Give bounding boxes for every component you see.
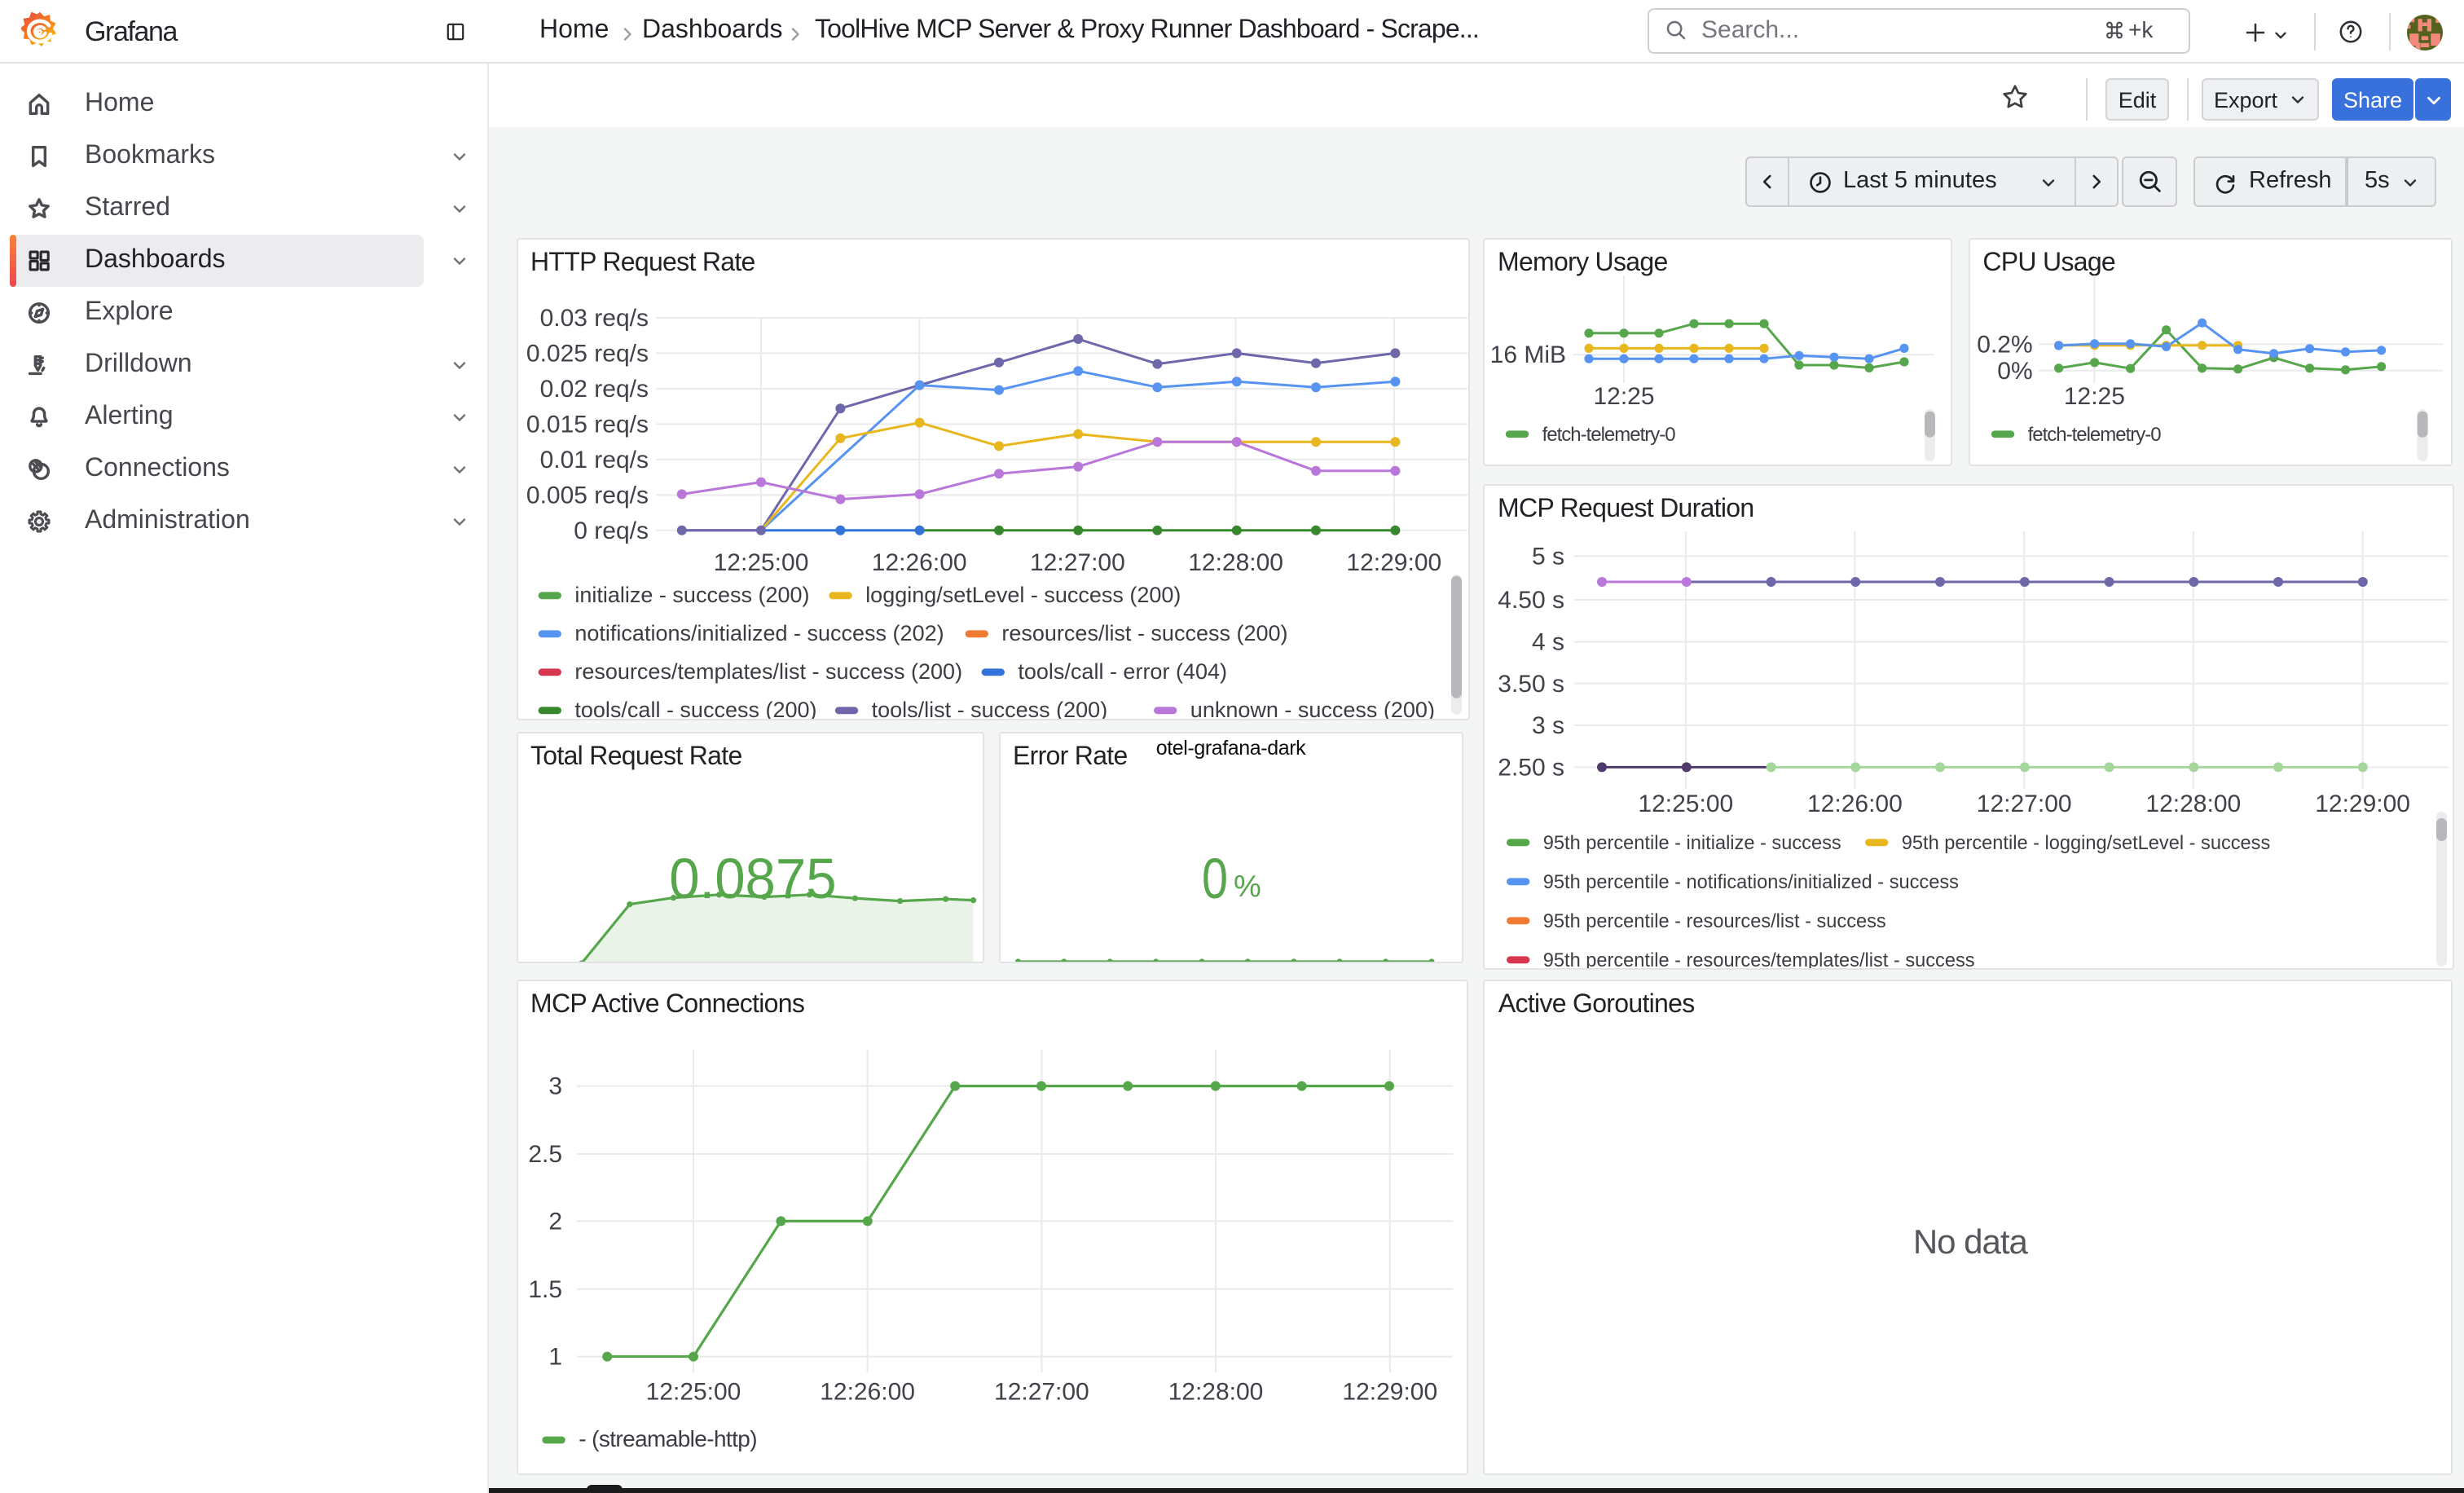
svg-text:tools/list - success (200): tools/list - success (200)	[871, 697, 1107, 720]
svg-text:12:29:00: 12:29:00	[2315, 791, 2410, 817]
svg-text:16 MiB: 16 MiB	[1490, 341, 1566, 368]
svg-text:logging/setLevel - success (20: logging/setLevel - success (200)	[865, 582, 1180, 606]
svg-text:12:28:00: 12:28:00	[2145, 791, 2241, 817]
svg-text:12:25:00: 12:25:00	[645, 1379, 741, 1406]
svg-text:0.025 req/s: 0.025 req/s	[526, 340, 648, 367]
svg-text:12:25: 12:25	[1593, 382, 1654, 409]
svg-text:0.015 req/s: 0.015 req/s	[526, 411, 648, 438]
svg-text:resources/templates/list - suc: resources/templates/list - success (200)	[574, 658, 961, 683]
svg-text:initialize - success (200): initialize - success (200)	[574, 582, 808, 606]
svg-text:4 s: 4 s	[1532, 629, 1564, 656]
svg-text:95th percentile - logging/setL: 95th percentile - logging/setLevel - suc…	[1902, 833, 2270, 854]
svg-text:12:26:00: 12:26:00	[819, 1379, 914, 1406]
svg-text:- (streamable-http): - (streamable-http)	[578, 1427, 756, 1452]
svg-text:12:25:00: 12:25:00	[713, 548, 808, 575]
svg-text:0%: 0%	[1997, 357, 2032, 384]
svg-text:0.2%: 0.2%	[1977, 331, 2032, 358]
svg-text:1: 1	[548, 1344, 561, 1371]
svg-text:0.0875: 0.0875	[668, 847, 835, 910]
svg-text:tools/call - error (404): tools/call - error (404)	[1017, 658, 1226, 683]
svg-text:3 s: 3 s	[1532, 712, 1564, 739]
svg-text:2.50 s: 2.50 s	[1498, 754, 1564, 781]
svg-text:0 req/s: 0 req/s	[573, 517, 648, 544]
svg-text:3.50 s: 3.50 s	[1498, 671, 1564, 698]
svg-text:12:27:00: 12:27:00	[1977, 791, 2072, 817]
svg-text:0.02 req/s: 0.02 req/s	[539, 375, 648, 402]
svg-text:5 s: 5 s	[1532, 543, 1564, 570]
svg-text:fetch-telemetry-0: fetch-telemetry-0	[2027, 423, 2161, 445]
svg-text:%: %	[1233, 870, 1261, 904]
svg-text:95th percentile - initialize -: 95th percentile - initialize - success	[1543, 833, 1841, 854]
svg-text:95th percentile - resources/li: 95th percentile - resources/list - succe…	[1543, 911, 1886, 932]
svg-text:2: 2	[548, 1209, 561, 1235]
svg-text:1.5: 1.5	[527, 1276, 561, 1303]
svg-text:0.005 req/s: 0.005 req/s	[526, 482, 648, 509]
svg-text:0.01 req/s: 0.01 req/s	[539, 446, 648, 473]
svg-text:0.03 req/s: 0.03 req/s	[539, 304, 648, 331]
svg-text:95th percentile - notification: 95th percentile - notifications/initiali…	[1543, 872, 1959, 893]
svg-text:12:29:00: 12:29:00	[1345, 548, 1441, 575]
svg-text:notifications/initialized - su: notifications/initialized - success (202…	[574, 620, 943, 645]
svg-text:12:28:00: 12:28:00	[1187, 548, 1283, 575]
svg-text:12:27:00: 12:27:00	[1029, 548, 1124, 575]
svg-text:0: 0	[1201, 847, 1227, 910]
svg-text:12:26:00: 12:26:00	[871, 548, 966, 575]
svg-text:fetch-telemetry-0: fetch-telemetry-0	[1542, 423, 1676, 445]
svg-text:12:25:00: 12:25:00	[1638, 791, 1733, 817]
svg-text:unknown - success (200): unknown - success (200)	[1190, 697, 1434, 720]
svg-text:12:27:00: 12:27:00	[993, 1379, 1089, 1406]
svg-text:4.50 s: 4.50 s	[1498, 587, 1564, 614]
svg-text:2.5: 2.5	[527, 1142, 561, 1169]
svg-text:3: 3	[548, 1073, 561, 1100]
svg-text:resources/list - success (200): resources/list - success (200)	[1001, 620, 1287, 645]
svg-text:12:28:00: 12:28:00	[1168, 1379, 1263, 1406]
svg-text:12:26:00: 12:26:00	[1807, 791, 1903, 817]
svg-text:95th percentile - resources/te: 95th percentile - resources/templates/li…	[1543, 950, 1975, 969]
svg-text:12:29:00: 12:29:00	[1341, 1379, 1437, 1406]
svg-text:12:25: 12:25	[2063, 382, 2124, 409]
svg-text:tools/call - success (200): tools/call - success (200)	[574, 697, 816, 720]
